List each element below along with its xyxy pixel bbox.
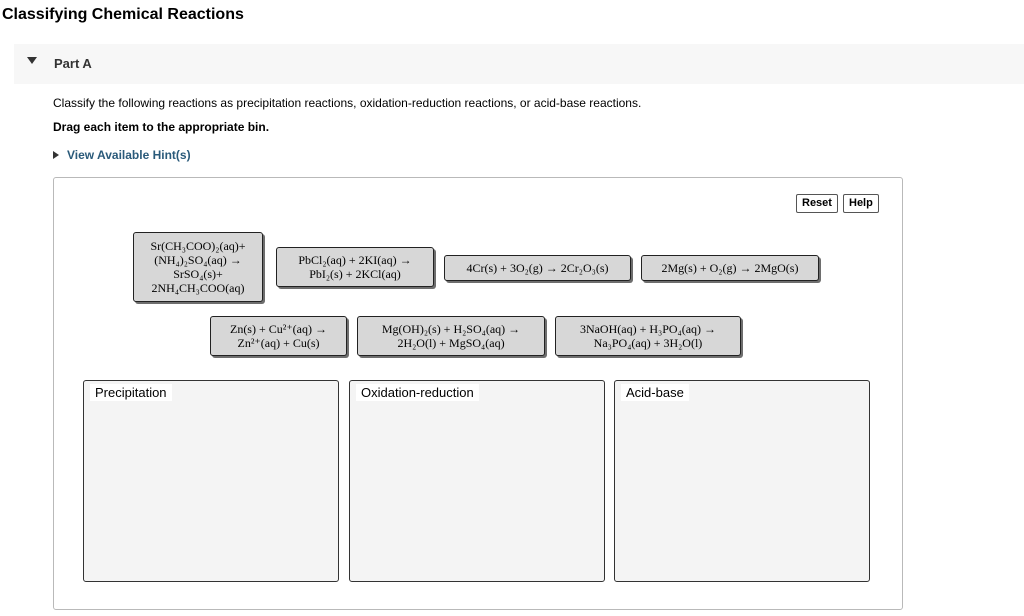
bin-label: Acid-base [621, 384, 689, 401]
reset-button[interactable]: Reset [796, 194, 838, 213]
drag-drop-workspace: Reset Help Sr(CH₃COO)₂(aq)+ (NH₄)₂SO₄(aq… [53, 177, 903, 610]
part-a-header[interactable]: Part A [14, 44, 1024, 84]
bin-label: Oxidation-reduction [356, 384, 479, 401]
page-title: Classifying Chemical Reactions [2, 6, 244, 23]
item-line: 2NH₄CH₃COO(aq) [151, 281, 245, 295]
item-line: 3NaOH(aq) + H₃PO₄(aq) → [579, 322, 717, 336]
item-line: SrSO₄(s)+ [173, 267, 223, 281]
item-line: 4Cr(s) + 3O₂(g) → 2Cr₂O₃(s) [466, 261, 609, 275]
item-line: 2Mg(s) + O₂(g) → 2MgO(s) [661, 261, 799, 275]
item-line: PbI₂(s) + 2KCl(aq) [309, 267, 401, 281]
drag-instruction: Drag each item to the appropriate bin. [53, 120, 270, 134]
draggable-item[interactable]: Sr(CH₃COO)₂(aq)+ (NH₄)₂SO₄(aq) → SrSO₄(s… [133, 232, 263, 302]
draggable-item[interactable]: 3NaOH(aq) + H₃PO₄(aq) → Na₃PO₄(aq) + 3H₂… [555, 316, 741, 356]
item-line: PbCl₂(aq) + 2KI(aq) → [298, 253, 412, 267]
bin-oxidation-reduction[interactable]: Oxidation-reduction [349, 380, 605, 582]
item-line: Zn(s) + Cu²⁺(aq) → [229, 322, 327, 336]
bin-acid-base[interactable]: Acid-base [614, 380, 870, 582]
help-button[interactable]: Help [843, 194, 879, 213]
draggable-item[interactable]: PbCl₂(aq) + 2KI(aq) → PbI₂(s) + 2KCl(aq) [276, 247, 434, 287]
part-label: Part A [54, 56, 92, 71]
bin-label: Precipitation [90, 384, 172, 401]
collapse-caret-icon[interactable] [27, 57, 37, 64]
item-line: 2H₂O(l) + MgSO₄(aq) [397, 336, 505, 350]
bin-precipitation[interactable]: Precipitation [83, 380, 339, 582]
view-hints-label: View Available Hint(s) [67, 148, 191, 162]
item-line: Mg(OH)₂(s) + H₂SO₄(aq) → [381, 322, 521, 336]
draggable-item[interactable]: 4Cr(s) + 3O₂(g) → 2Cr₂O₃(s) [444, 255, 631, 281]
item-line: Zn²⁺(aq) + Cu(s) [237, 336, 320, 350]
view-hints-link[interactable]: View Available Hint(s) [53, 148, 191, 162]
item-line: Na₃PO₄(aq) + 3H₂O(l) [593, 336, 703, 350]
expand-caret-icon [53, 150, 59, 159]
draggable-item[interactable]: Zn(s) + Cu²⁺(aq) → Zn²⁺(aq) + Cu(s) [210, 316, 347, 356]
draggable-item[interactable]: Mg(OH)₂(s) + H₂SO₄(aq) → 2H₂O(l) + MgSO₄… [357, 316, 545, 356]
item-line: Sr(CH₃COO)₂(aq)+ [150, 239, 246, 253]
draggable-item[interactable]: 2Mg(s) + O₂(g) → 2MgO(s) [641, 255, 819, 281]
item-line: (NH₄)₂SO₄(aq) → [154, 253, 242, 267]
instructions-text: Classify the following reactions as prec… [53, 96, 642, 110]
